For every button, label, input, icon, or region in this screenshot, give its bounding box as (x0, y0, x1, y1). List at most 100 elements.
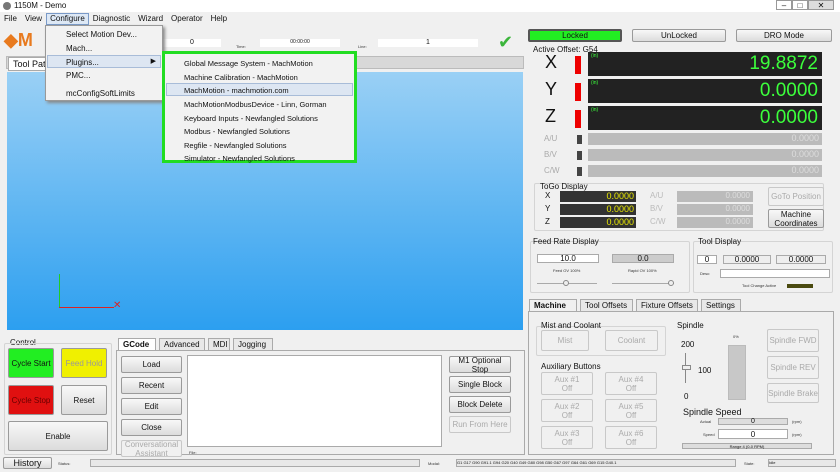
gcode-button[interactable]: Recent (121, 377, 182, 394)
aux-button[interactable]: Aux #4 Off (605, 372, 657, 395)
cycle-start-button[interactable]: Cycle Start (8, 348, 54, 378)
plugin-item[interactable]: Global Message System - MachMotion (184, 59, 313, 68)
unit-label: (in) (591, 53, 599, 59)
menu-configure[interactable]: Configure (46, 13, 89, 25)
history-button[interactable]: History (3, 457, 52, 469)
y-value: 0.0000 (759, 80, 818, 101)
configure-dropdown: Select Motion Dev... Mach... Plugins... ▶… (45, 25, 163, 101)
spindle-brake-button[interactable]: Spindle Brake (767, 383, 819, 403)
feed-group (530, 241, 690, 293)
plugin-item[interactable]: MachMotionModbusDevice - Linn, Gorman (184, 100, 327, 109)
goto-position-button[interactable]: GoTo Position (768, 187, 824, 206)
y-home-indicator (575, 83, 581, 101)
b-dro: 0.0000 (588, 149, 822, 161)
mist-button[interactable]: Mist (541, 330, 589, 351)
speed-field[interactable]: 0 (718, 429, 788, 439)
spindle-title: Spindle (677, 321, 704, 330)
aux-button[interactable]: Aux #5 Off (605, 399, 657, 422)
cycle-stop-button[interactable]: Cycle Stop (8, 385, 54, 415)
b-axis-label: B/V (544, 150, 557, 159)
plugin-item[interactable]: Modbus - Newfangled Solutions (184, 127, 290, 136)
gcode-editor[interactable] (187, 355, 442, 447)
spindle-rev-button[interactable]: Spindle REV (767, 356, 819, 379)
menu-view[interactable]: View (21, 13, 46, 25)
menu-diagnostic[interactable]: Diagnostic (89, 13, 134, 25)
gcode-button[interactable]: Load (121, 356, 182, 373)
spindle-fwd-button[interactable]: Spindle FWD (767, 329, 819, 352)
plugin-item[interactable]: Simulator - Newfangled Solutions (184, 154, 295, 163)
togo-value: 0.0000 (560, 204, 636, 215)
menu-operator[interactable]: Operator (167, 13, 207, 25)
dro-mode-button[interactable]: DRO Mode (736, 29, 832, 42)
unlocked-button[interactable]: UnLocked (632, 29, 726, 42)
aux-button[interactable]: Aux #3 Off (541, 426, 593, 449)
menu-pmc[interactable]: PMC... (66, 71, 90, 80)
unit-label: (in) (591, 80, 599, 86)
tool-change-indicator (787, 284, 813, 288)
gcode-option-button[interactable]: Block Delete (449, 396, 511, 413)
toolbar-field: 0 (163, 39, 221, 47)
menu-soft-limits[interactable]: mcConfigSoftLimits (66, 89, 135, 98)
spindle-percent: 0% (733, 334, 739, 339)
gcode-option-button[interactable]: Single Block (449, 376, 511, 393)
a-dro: 0.0000 (588, 133, 822, 145)
a-indicator (577, 135, 582, 144)
gcode-button[interactable]: Conversational Assistant (121, 440, 182, 458)
actual-speed-field: 0 (718, 418, 788, 425)
enable-button[interactable]: Enable (8, 421, 108, 451)
spindle-speed-title: Spindle Speed (683, 407, 742, 417)
mist-title: Mist and Coolant (541, 321, 602, 330)
z-value: 0.0000 (759, 107, 818, 128)
window-title: 1150M - Demo (14, 1, 67, 10)
aux-button[interactable]: Aux #1 Off (541, 372, 593, 395)
line-label: Line: (358, 44, 367, 49)
menu-wizard[interactable]: Wizard (134, 13, 167, 25)
close-button[interactable]: ✕ (808, 0, 834, 10)
tool-value1: 0.0000 (723, 255, 771, 264)
coolant-button[interactable]: Coolant (605, 330, 658, 351)
feed-ov-slider[interactable] (537, 280, 597, 286)
menu-plugins-label: Plugins... (66, 58, 99, 67)
menu-select-motion-dev[interactable]: Select Motion Dev... (66, 30, 137, 39)
togo-axis-label: X (545, 191, 551, 200)
plugin-item[interactable]: MachMotion - machmotion.com (184, 86, 289, 95)
c-indicator (577, 167, 582, 176)
menu-help[interactable]: Help (207, 13, 231, 25)
gcode-option-button[interactable]: M1 Optional Stop (449, 356, 511, 374)
rapid-ov-slider[interactable] (612, 280, 674, 286)
maximize-button[interactable]: □ (792, 0, 808, 10)
togo-value: 0.0000 (560, 191, 636, 202)
spindle-load-bar (728, 345, 746, 400)
x-axis-indicator (59, 307, 114, 308)
menu-mach[interactable]: Mach... (66, 44, 92, 53)
title-bar: 1150M - Demo – □ ✕ (0, 0, 840, 12)
x-dro[interactable]: (in) 19.8872 (588, 52, 822, 76)
reset-button[interactable]: Reset (61, 385, 107, 415)
plugin-item[interactable]: Keyboard Inputs - Newfangled Solutions (184, 114, 318, 123)
plugin-item[interactable]: Machine Calibration - MachMotion (184, 73, 298, 82)
gcode-option-button[interactable]: Run From Here (449, 416, 511, 433)
time-label: Time: (236, 44, 246, 49)
aux-button[interactable]: Aux #6 Off (605, 426, 657, 449)
z-dro[interactable]: (in) 0.0000 (588, 106, 822, 130)
spindle-override-slider[interactable] (682, 353, 691, 383)
gcode-button[interactable]: Edit (121, 398, 182, 415)
togo-aux-value: 0.0000 (677, 217, 753, 228)
feed-ov-label: Feed OV 100% (553, 268, 581, 273)
machine-coordinates-button[interactable]: Machine Coordinates (768, 209, 824, 228)
aux-button[interactable]: Aux #2 Off (541, 399, 593, 422)
x-axis-label: X (545, 52, 558, 72)
locked-button[interactable]: Locked (528, 29, 622, 42)
menu-plugins[interactable]: Plugins... ▶ (47, 55, 161, 68)
gcode-button[interactable]: Close (121, 419, 182, 436)
desc-label: Desc: (700, 271, 711, 276)
menu-file[interactable]: File (0, 13, 21, 25)
togo-axis-label: Y (545, 204, 551, 213)
plugin-item[interactable]: Regfile - Newfangled Solutions (184, 141, 287, 150)
tool-change-label: Tool Change Active (742, 283, 777, 288)
minimize-button[interactable]: – (776, 0, 792, 10)
check-icon: ✔ (498, 32, 514, 52)
feed-hold-button[interactable]: Feed Hold (61, 348, 107, 378)
c-axis-label: C/W (544, 166, 560, 175)
y-dro[interactable]: (in) 0.0000 (588, 79, 822, 103)
